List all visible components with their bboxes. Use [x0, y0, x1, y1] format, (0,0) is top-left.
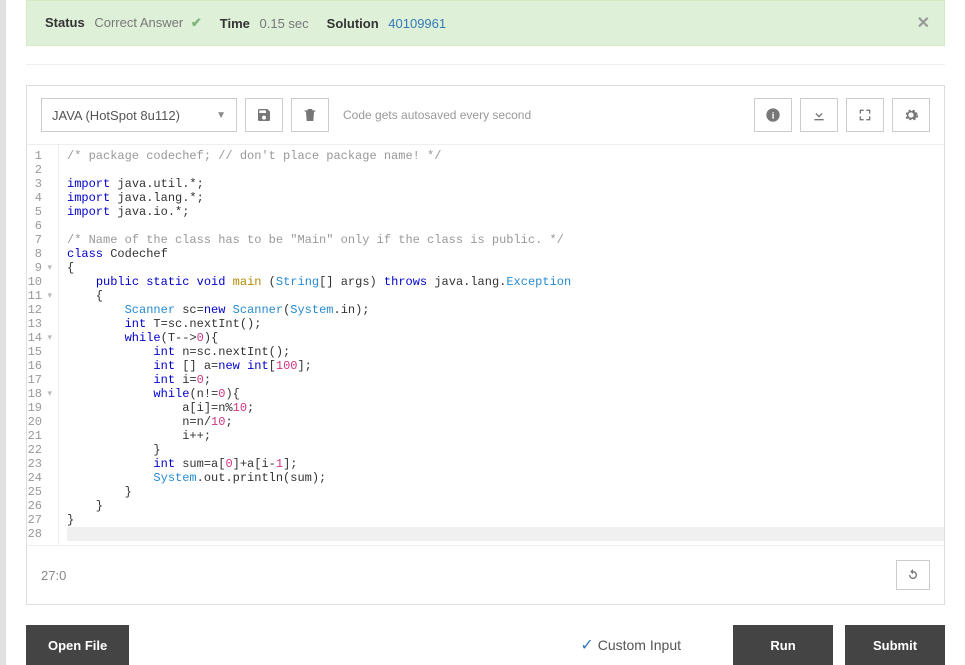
line-number: 20 [27, 415, 50, 429]
line-number: 26 [27, 499, 50, 513]
code-line[interactable]: import java.io.*; [67, 205, 944, 219]
status-value: Correct Answer [94, 15, 183, 30]
line-number: 16 [27, 359, 50, 373]
line-number: 4 [27, 191, 50, 205]
custom-input-label: Custom Input [598, 637, 681, 653]
code-line[interactable]: class Codechef [67, 247, 944, 261]
code-line[interactable]: import java.lang.*; [67, 191, 944, 205]
code-line[interactable]: n=n/10; [67, 415, 944, 429]
download-button[interactable] [800, 98, 838, 132]
info-button[interactable]: i [754, 98, 792, 132]
code-line[interactable]: int sum=a[0]+a[i-1]; [67, 457, 944, 471]
code-content[interactable]: /* package codechef; // don't place pack… [59, 145, 944, 545]
time-label: Time [220, 16, 250, 31]
code-line[interactable] [67, 527, 944, 541]
download-icon [811, 107, 827, 123]
code-line[interactable]: } [67, 499, 944, 513]
cursor-position: 27:0 [41, 568, 66, 583]
solution-label: Solution [327, 16, 379, 31]
settings-button[interactable] [892, 98, 930, 132]
code-line[interactable]: System.out.println(sum); [67, 471, 944, 485]
line-number: 8 [27, 247, 50, 261]
line-number: 14 [27, 331, 50, 345]
line-number: 9 [27, 261, 50, 275]
trash-icon [302, 107, 318, 123]
line-number: 11 [27, 289, 50, 303]
code-line[interactable]: } [67, 513, 944, 527]
code-line[interactable]: { [67, 261, 944, 275]
line-number: 28 [27, 527, 50, 541]
code-line[interactable]: import java.util.*; [67, 177, 944, 191]
status-label: Status [45, 15, 85, 30]
line-number: 15 [27, 345, 50, 359]
editor-panel: JAVA (HotSpot 8u112) ▼ Code gets autosav… [26, 85, 945, 605]
code-line[interactable]: } [67, 443, 944, 457]
code-line[interactable]: a[i]=n%10; [67, 401, 944, 415]
svg-text:i: i [772, 111, 775, 121]
save-button[interactable] [245, 98, 283, 132]
code-line[interactable]: } [67, 485, 944, 499]
action-row: Open File ✓ Custom Input Run Submit [26, 625, 945, 665]
code-line[interactable]: i++; [67, 429, 944, 443]
line-number: 21 [27, 429, 50, 443]
delete-button[interactable] [291, 98, 329, 132]
code-line[interactable]: { [67, 289, 944, 303]
line-number: 19 [27, 401, 50, 415]
floppy-icon [256, 107, 272, 123]
code-line[interactable]: int [] a=new int[100]; [67, 359, 944, 373]
divider [26, 64, 945, 65]
run-button[interactable]: Run [733, 625, 833, 665]
line-number: 25 [27, 485, 50, 499]
solution-link[interactable]: 40109961 [388, 16, 446, 31]
language-select-value: JAVA (HotSpot 8u112) [52, 108, 180, 123]
line-number: 6 [27, 219, 50, 233]
line-number: 23 [27, 457, 50, 471]
autosave-text: Code gets autosaved every second [343, 108, 531, 122]
line-number: 27 [27, 513, 50, 527]
editor-footer: 27:0 [27, 545, 944, 604]
editor-toolbar: JAVA (HotSpot 8u112) ▼ Code gets autosav… [27, 86, 944, 145]
code-line[interactable]: public static void main (String[] args) … [67, 275, 944, 289]
code-line[interactable]: Scanner sc=new Scanner(System.in); [67, 303, 944, 317]
code-line[interactable]: int i=0; [67, 373, 944, 387]
line-number: 3 [27, 177, 50, 191]
line-number: 10 [27, 275, 50, 289]
code-line[interactable]: /* package codechef; // don't place pack… [67, 149, 944, 163]
code-line[interactable] [67, 219, 944, 233]
line-number: 22 [27, 443, 50, 457]
code-line[interactable]: int T=sc.nextInt(); [67, 317, 944, 331]
code-line[interactable] [67, 163, 944, 177]
status-banner: Status Correct Answer ✔ Time 0.15 sec So… [26, 0, 945, 46]
submit-button[interactable]: Submit [845, 625, 945, 665]
line-number: 18 [27, 387, 50, 401]
expand-icon [857, 107, 873, 123]
fullscreen-button[interactable] [846, 98, 884, 132]
line-number: 1 [27, 149, 50, 163]
refresh-icon [905, 567, 921, 583]
chevron-down-icon: ▼ [216, 110, 226, 121]
check-icon: ✔ [191, 15, 202, 30]
code-line[interactable]: while(n!=0){ [67, 387, 944, 401]
language-select[interactable]: JAVA (HotSpot 8u112) ▼ [41, 98, 237, 132]
time-value: 0.15 sec [260, 16, 309, 31]
line-number: 24 [27, 471, 50, 485]
line-number: 2 [27, 163, 50, 177]
code-editor[interactable]: 1234567891011121314151617181920212223242… [27, 145, 944, 545]
custom-input-toggle[interactable]: ✓ Custom Input [580, 635, 681, 655]
refresh-button[interactable] [896, 560, 930, 590]
gear-icon [903, 107, 919, 123]
code-line[interactable]: int n=sc.nextInt(); [67, 345, 944, 359]
line-number: 17 [27, 373, 50, 387]
code-line[interactable]: while(T-->0){ [67, 331, 944, 345]
line-number: 5 [27, 205, 50, 219]
line-number-gutter: 1234567891011121314151617181920212223242… [27, 145, 59, 545]
code-line[interactable]: /* Name of the class has to be "Main" on… [67, 233, 944, 247]
close-icon[interactable]: ✕ [917, 13, 930, 33]
line-number: 13 [27, 317, 50, 331]
check-icon: ✓ [580, 635, 593, 655]
line-number: 12 [27, 303, 50, 317]
open-file-button[interactable]: Open File [26, 625, 129, 665]
info-icon: i [765, 107, 781, 123]
line-number: 7 [27, 233, 50, 247]
